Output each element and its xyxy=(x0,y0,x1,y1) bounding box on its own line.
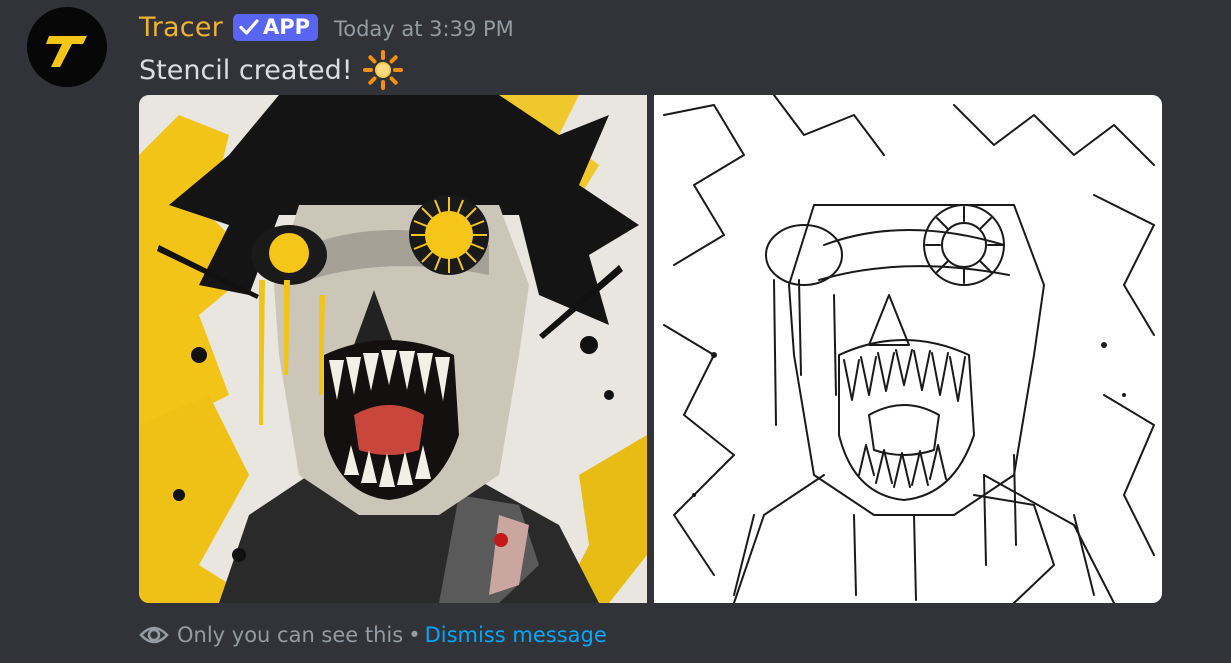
checkmark-icon xyxy=(239,19,259,35)
message-container: Tracer APP Today at 3:39 PM Stencil crea… xyxy=(0,0,1231,663)
app-badge-label: APP xyxy=(262,14,310,39)
app-badge: APP xyxy=(232,13,318,41)
author-avatar[interactable] xyxy=(27,7,107,87)
message-text: Stencil created! xyxy=(139,54,353,86)
message-header: Tracer APP Today at 3:39 PM xyxy=(139,7,514,47)
ephemeral-notice: Only you can see this • Dismiss message xyxy=(139,618,607,652)
zombie-color-image xyxy=(139,95,647,603)
attachment-image-color[interactable] xyxy=(139,95,647,603)
message-timestamp[interactable]: Today at 3:39 PM xyxy=(334,18,514,40)
message-content: Stencil created! xyxy=(139,50,405,90)
attachment-gallery xyxy=(139,95,1163,603)
tracer-logo-icon xyxy=(27,7,107,87)
ephemeral-separator: • xyxy=(408,623,421,647)
eye-icon xyxy=(139,626,169,644)
dismiss-message-link[interactable]: Dismiss message xyxy=(425,623,607,647)
zombie-stencil-image xyxy=(654,95,1162,603)
ephemeral-notice-text: Only you can see this xyxy=(177,623,404,647)
author-username[interactable]: Tracer xyxy=(139,14,223,41)
attachment-image-stencil[interactable] xyxy=(654,95,1162,603)
sun-icon xyxy=(362,50,403,90)
